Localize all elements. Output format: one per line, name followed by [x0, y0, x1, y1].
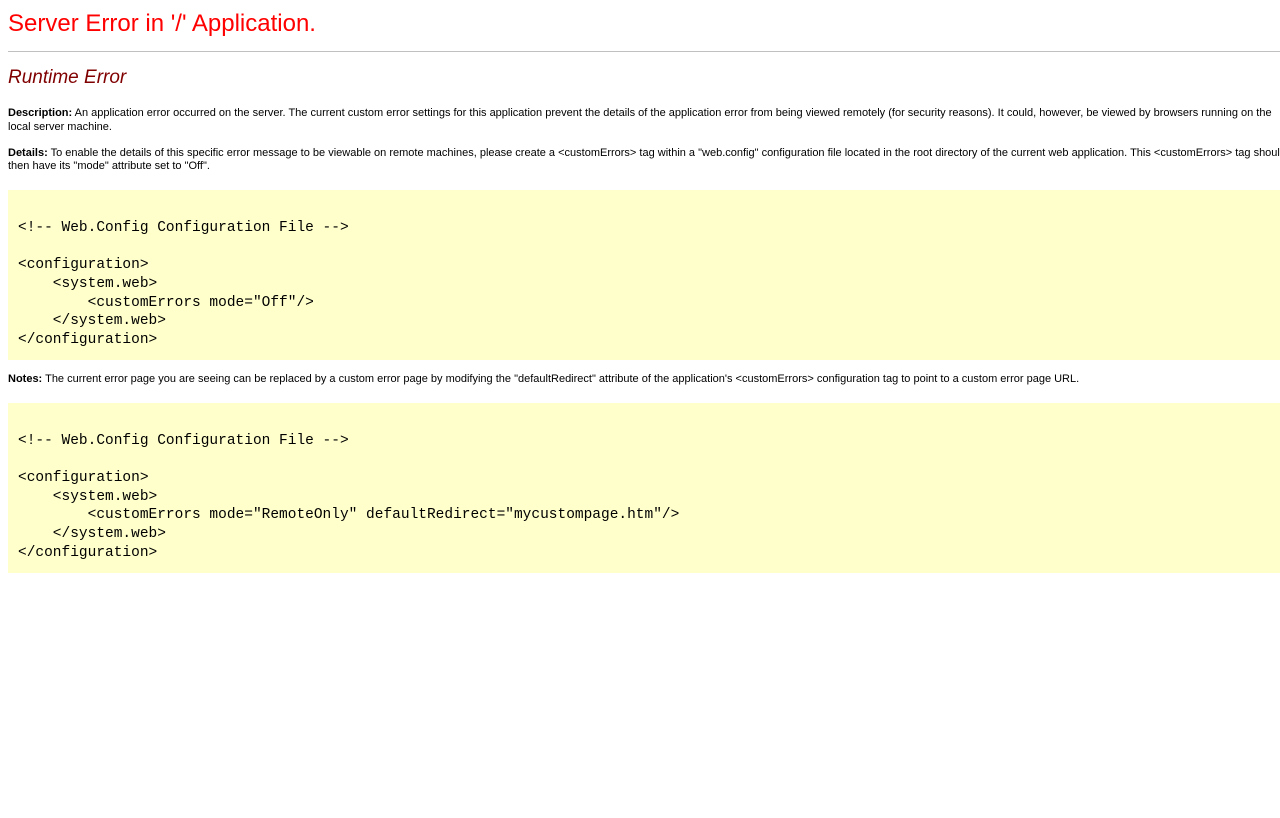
details-label: Details: [8, 147, 48, 159]
description-text: An application error occurred on the ser… [8, 107, 1272, 132]
code-block-custom-errors-remoteonly: <!-- Web.Config Configuration File --> <… [8, 403, 1280, 573]
notes-paragraph: Notes: The current error page you are se… [8, 373, 1280, 386]
error-type-subtitle: Runtime Error [8, 67, 1280, 90]
notes-text: The current error page you are seeing ca… [45, 373, 1079, 385]
page-title: Server Error in '/' Application. [8, 10, 1280, 38]
details-paragraph: Details: To enable the details of this s… [8, 147, 1280, 173]
description-label: Description: [8, 107, 72, 119]
details-text: To enable the details of this specific e… [8, 147, 1280, 172]
code-block-custom-errors-off: <!-- Web.Config Configuration File --> <… [8, 190, 1280, 360]
title-divider [8, 51, 1280, 52]
web-config-off-code: <!-- Web.Config Configuration File --> <… [18, 200, 1278, 350]
description-paragraph: Description: An application error occurr… [8, 107, 1280, 133]
web-config-remoteonly-code: <!-- Web.Config Configuration File --> <… [18, 413, 1278, 563]
notes-label: Notes: [8, 373, 42, 385]
